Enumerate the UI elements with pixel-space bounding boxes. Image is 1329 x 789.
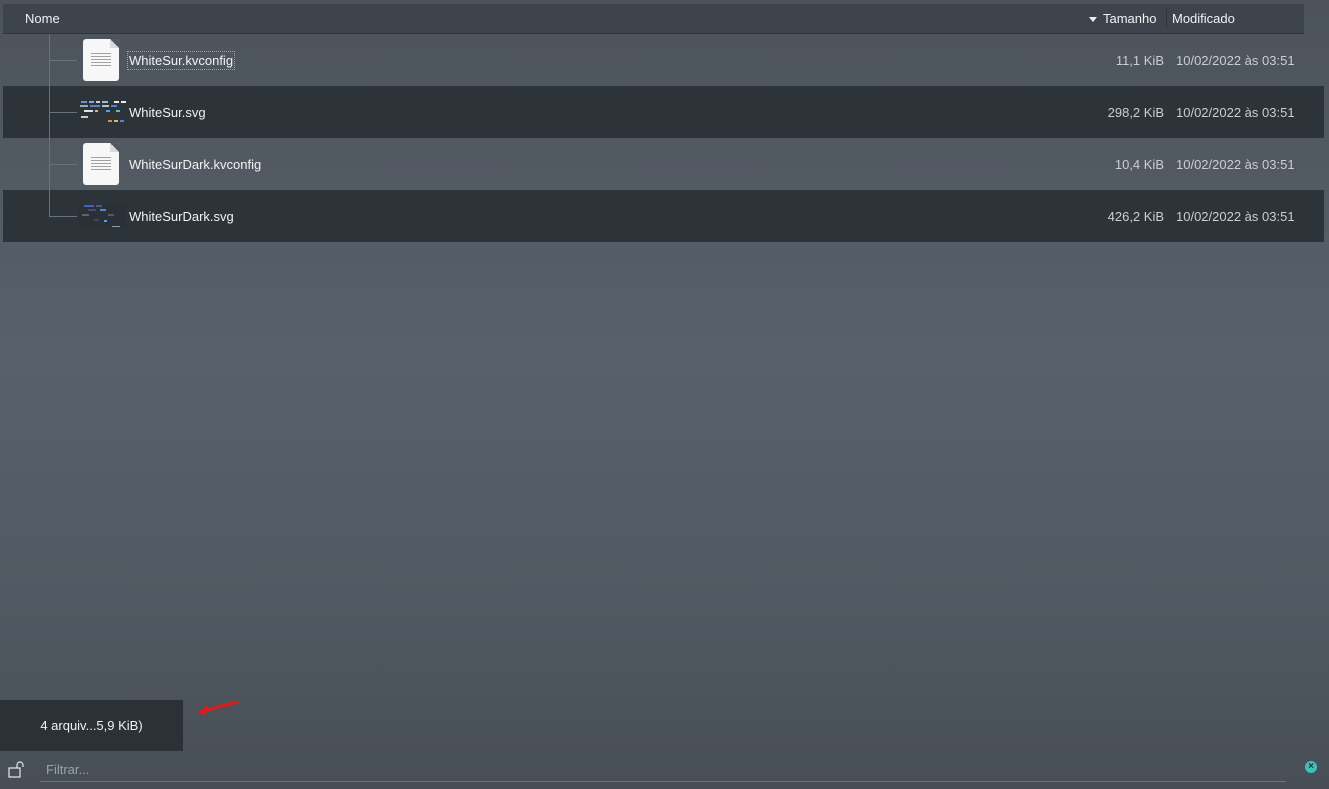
file-size: 426,2 KiB: [1107, 209, 1164, 224]
file-modified: 10/02/2022 às 03:51: [1176, 105, 1295, 120]
column-size-label: Tamanho: [1103, 11, 1157, 26]
filter-bar: ×: [0, 752, 1329, 789]
file-name: WhiteSurDark.kvconfig: [129, 157, 262, 172]
file-size: 11,1 KiB: [1115, 53, 1164, 68]
file-row[interactable]: WhiteSurDark.svg 426,2 KiB 10/02/2022 às…: [3, 190, 1324, 242]
unlock-icon[interactable]: [7, 760, 25, 778]
file-name: WhiteSur.kvconfig: [126, 51, 236, 70]
red-arrow-annotation-icon: [197, 700, 239, 715]
column-name-header[interactable]: Nome: [25, 11, 60, 26]
file-row[interactable]: WhiteSur.kvconfig 11,1 KiB 10/02/2022 às…: [3, 34, 1324, 86]
file-size: 10,4 KiB: [1114, 157, 1164, 172]
file-modified: 10/02/2022 às 03:51: [1176, 157, 1295, 172]
filter-input[interactable]: [40, 758, 1286, 782]
file-name: WhiteSurDark.svg: [129, 209, 234, 224]
status-bar-summary: 4 arquiv...5,9 KiB): [0, 700, 183, 751]
svg-thumbnail-icon: [78, 100, 126, 124]
status-text: 4 arquiv...5,9 KiB): [40, 718, 143, 733]
file-size: 298,2 KiB: [1107, 105, 1164, 120]
tree-branch: [49, 164, 77, 165]
file-list: WhiteSur.kvconfig 11,1 KiB 10/02/2022 às…: [3, 34, 1324, 242]
file-row[interactable]: WhiteSur.svg 298,2 KiB 10/02/2022 às 03:…: [3, 86, 1324, 138]
tree-branch: [49, 60, 77, 61]
sort-descending-icon: [1089, 17, 1097, 22]
column-size-header[interactable]: Tamanho: [1089, 11, 1156, 26]
svg-thumbnail-icon: [78, 204, 126, 228]
file-row[interactable]: WhiteSurDark.kvconfig 10,4 KiB 10/02/202…: [3, 138, 1324, 190]
clear-icon[interactable]: ×: [1305, 761, 1317, 773]
file-name: WhiteSur.svg: [129, 105, 206, 120]
tree-branch: [49, 112, 77, 113]
text-file-icon: [83, 143, 119, 185]
file-modified: 10/02/2022 às 03:51: [1176, 53, 1295, 68]
tree-branch: [49, 216, 77, 217]
column-header: Nome Tamanho Modificado: [3, 4, 1304, 34]
column-modified-header[interactable]: Modificado: [1172, 11, 1235, 26]
text-file-icon: [83, 39, 119, 81]
tree-line: [49, 190, 50, 217]
column-separator[interactable]: [1166, 9, 1167, 28]
file-modified: 10/02/2022 às 03:51: [1176, 209, 1295, 224]
